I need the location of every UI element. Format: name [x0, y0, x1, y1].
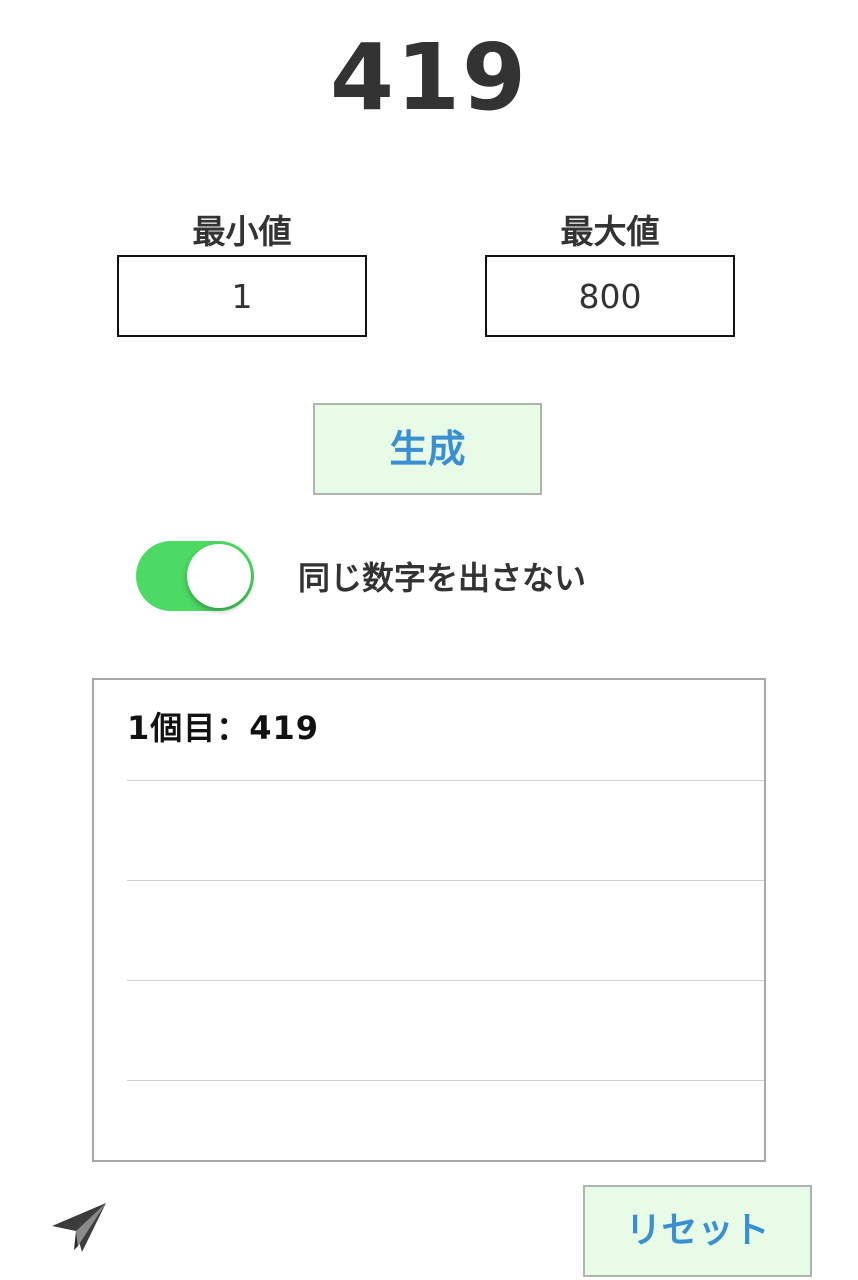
- max-field-box: [485, 255, 735, 337]
- min-input[interactable]: [119, 257, 365, 335]
- min-label: 最小値: [192, 212, 292, 251]
- reset-button[interactable]: リセット: [583, 1185, 812, 1277]
- history-row: [127, 980, 764, 1081]
- history-row-text: 1個目：419: [127, 709, 320, 747]
- history-row: [127, 1080, 764, 1160]
- toggle-knob: [187, 544, 251, 608]
- paper-plane-icon[interactable]: [50, 1200, 110, 1256]
- no-repeat-toggle[interactable]: [136, 541, 254, 611]
- max-input[interactable]: [487, 257, 733, 335]
- no-repeat-label: 同じ数字を出さない: [298, 559, 587, 597]
- generate-button[interactable]: 生成: [313, 403, 542, 495]
- history-row: [127, 880, 764, 981]
- min-field-box: [117, 255, 367, 337]
- history-row: 1個目：419: [127, 680, 764, 781]
- history-list[interactable]: 1個目：419: [92, 678, 766, 1162]
- result-number: 419: [329, 24, 529, 131]
- history-row: [127, 780, 764, 881]
- max-label: 最大値: [560, 212, 660, 251]
